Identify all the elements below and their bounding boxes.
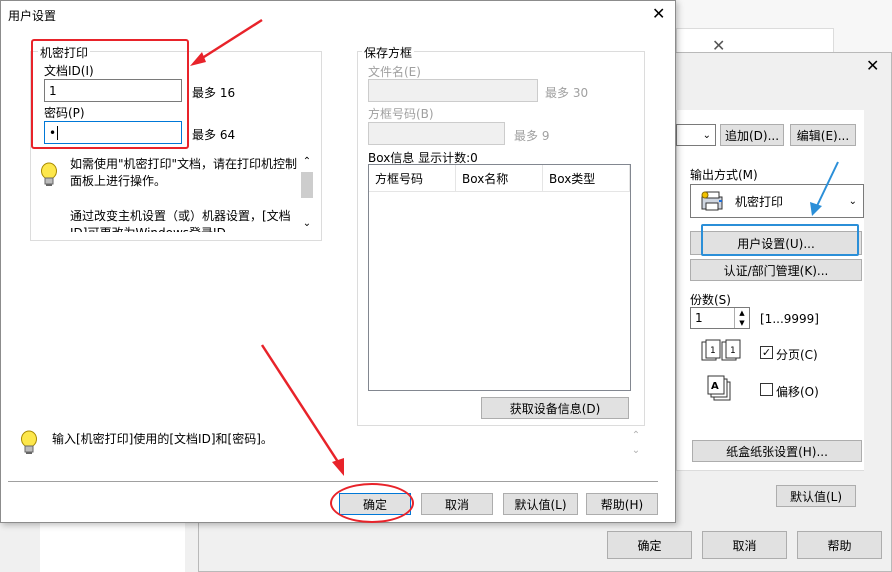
annotation-arrows	[190, 18, 839, 476]
